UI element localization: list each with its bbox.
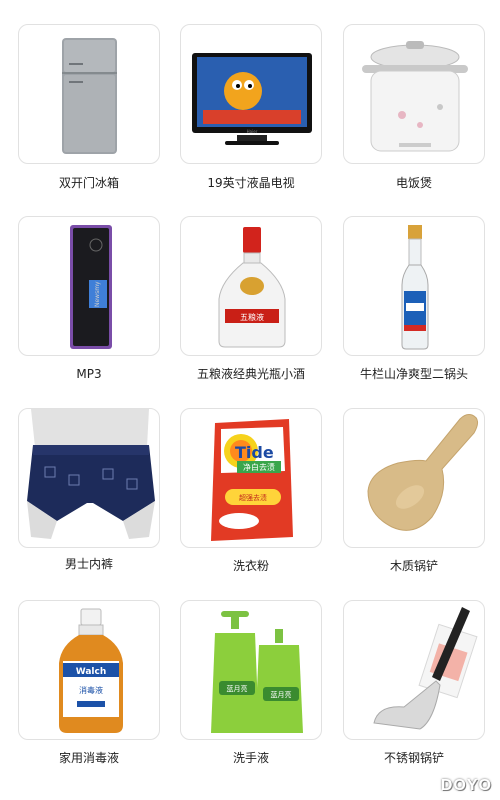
product-name-refrigerator: 双开门冰箱 bbox=[58, 176, 119, 190]
hand-soap-bottles-icon: 蓝月亮 蓝月亮 bbox=[211, 611, 303, 733]
product-name-detergent: 洗衣粉 bbox=[232, 559, 269, 573]
lcd-tv-icon: Haier bbox=[192, 53, 312, 145]
steel-spatula-icon bbox=[373, 607, 478, 730]
product-card-refrigerator[interactable] bbox=[18, 24, 160, 164]
mp3-brand-text: Newsmy bbox=[94, 281, 101, 307]
product-name-disinfectant: 家用消毒液 bbox=[58, 751, 119, 765]
watermark-logo: DOYO bbox=[440, 777, 492, 794]
product-card-wooden-spatula[interactable] bbox=[343, 408, 485, 548]
product-name-lcd-tv: 19英寸液晶电视 bbox=[207, 176, 295, 190]
soap-brand-text-left: 蓝月亮 bbox=[227, 684, 248, 693]
product-card-erguotou[interactable] bbox=[343, 216, 485, 356]
tv-brand-text: Haier bbox=[247, 129, 258, 134]
product-card-steel-spatula[interactable] bbox=[343, 600, 485, 740]
liquor-bottle-icon: 五粮液 bbox=[218, 227, 286, 348]
disinfectant-bottle-icon: Walch 消毒液 bbox=[59, 608, 123, 733]
wuliangye-label-text: 五粮液 bbox=[240, 312, 264, 322]
refrigerator-icon bbox=[62, 38, 117, 154]
tide-cn-text: 净白去渍 bbox=[243, 462, 275, 472]
detergent-bag-icon: Tide 净白去渍 超强去渍 bbox=[211, 419, 293, 541]
product-card-disinfectant[interactable]: Walch 消毒液 bbox=[18, 600, 160, 740]
mp3-player-icon: Newsmy bbox=[70, 225, 112, 349]
tide-brand-text: Tide bbox=[235, 443, 274, 462]
soap-brand-text-right: 蓝月亮 bbox=[271, 690, 292, 699]
product-name-wooden-spatula: 木质锅铲 bbox=[389, 559, 438, 573]
product-grid: Haier 双开门冰箱 19英寸液晶电视 电饭煲 Newsmy 五粮液 MP3 … bbox=[0, 0, 500, 800]
product-card-rice-cooker[interactable] bbox=[343, 24, 485, 164]
walch-brand-text: Walch bbox=[76, 667, 107, 677]
product-card-wuliangye[interactable]: 五粮液 bbox=[180, 216, 322, 356]
erguotou-bottle-icon bbox=[401, 225, 429, 350]
mens-underwear-icon bbox=[27, 409, 155, 539]
wooden-spatula-icon bbox=[367, 414, 478, 531]
product-name-erguotou: 牛栏山净爽型二锅头 bbox=[359, 367, 468, 381]
product-name-underwear: 男士内裤 bbox=[64, 557, 113, 571]
walch-cn-text: 消毒液 bbox=[79, 685, 103, 695]
product-name-steel-spatula: 不锈钢锅铲 bbox=[383, 751, 444, 765]
product-name-mp3: MP3 bbox=[76, 367, 102, 381]
tide-promo-text: 超强去渍 bbox=[239, 493, 267, 502]
product-name-hand-soap: 洗手液 bbox=[232, 751, 269, 765]
product-card-detergent[interactable]: Tide 净白去渍 超强去渍 bbox=[180, 408, 322, 548]
product-card-lcd-tv[interactable]: Haier bbox=[180, 24, 322, 164]
rice-cooker-icon bbox=[362, 41, 468, 152]
product-card-mp3[interactable]: Newsmy bbox=[18, 216, 160, 356]
product-name-rice-cooker: 电饭煲 bbox=[395, 176, 432, 190]
product-name-wuliangye: 五粮液经典光瓶小酒 bbox=[196, 367, 305, 381]
product-card-underwear[interactable] bbox=[18, 408, 160, 548]
product-card-hand-soap[interactable]: 蓝月亮 蓝月亮 bbox=[180, 600, 322, 740]
